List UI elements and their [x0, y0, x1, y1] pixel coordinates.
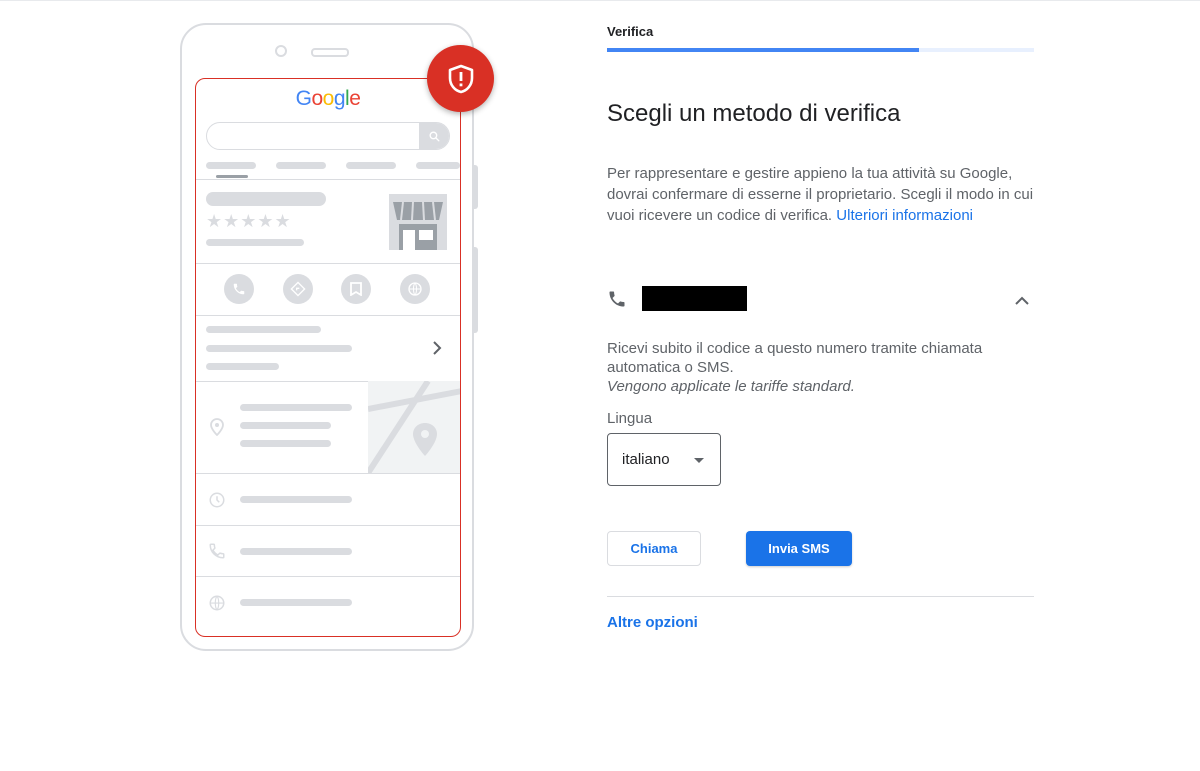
top-divider	[0, 0, 1200, 1]
google-logo: Google	[196, 87, 460, 111]
placeholder-bar	[206, 162, 256, 169]
map-thumbnail	[368, 381, 460, 473]
phone-icon	[224, 274, 254, 304]
page-description: Per rappresentare e gestire appieno la t…	[607, 163, 1037, 226]
placeholder-bar	[240, 404, 352, 411]
send-sms-button[interactable]: Invia SMS	[746, 531, 852, 566]
placeholder-bar	[346, 162, 396, 169]
phone-side-button	[474, 247, 478, 333]
phone-illustration: Google ★★★★★	[180, 23, 478, 651]
divider	[196, 525, 460, 526]
rating-stars: ★★★★★	[206, 211, 292, 231]
globe-icon	[400, 274, 430, 304]
placeholder-bar	[240, 422, 331, 429]
tariff-note: Vengono applicate le tariffe standard.	[607, 378, 855, 395]
language-select-value: italiano	[622, 451, 670, 468]
logo-letter: g	[333, 87, 346, 110]
dropdown-arrow-icon	[694, 458, 704, 463]
logo-letter: e	[349, 87, 361, 110]
logo-letter: o	[311, 87, 323, 110]
active-tab-indicator	[216, 175, 248, 178]
location-pin-icon	[206, 416, 228, 438]
divider	[196, 179, 460, 180]
placeholder-bar	[206, 192, 326, 206]
globe-icon	[206, 592, 228, 614]
learn-more-link[interactable]: Ulteriori informazioni	[836, 207, 973, 224]
placeholder-bar	[240, 496, 352, 503]
divider	[196, 315, 460, 316]
phone-camera	[275, 45, 287, 57]
phone-option-info: Ricevi subito il codice a questo numero …	[607, 339, 1037, 396]
phone-icon	[607, 289, 629, 311]
shield-alert-icon	[427, 45, 494, 112]
language-select[interactable]: italiano	[607, 433, 721, 486]
more-options-link[interactable]: Altre opzioni	[607, 614, 698, 631]
storefront-icon	[389, 194, 447, 250]
divider	[196, 263, 460, 264]
bookmark-icon	[341, 274, 371, 304]
phone-side-button	[474, 165, 478, 209]
logo-letter: G	[295, 87, 312, 110]
phone-number-redacted	[642, 286, 747, 311]
placeholder-bar	[206, 363, 279, 370]
placeholder-bar	[276, 162, 326, 169]
chevron-up-icon[interactable]	[1011, 290, 1033, 312]
language-label: Lingua	[607, 410, 653, 427]
mock-search-bar	[206, 122, 450, 150]
placeholder-bar	[240, 599, 352, 606]
clock-icon	[206, 489, 228, 511]
phone-icon	[206, 540, 228, 562]
phone-option-info-text: Ricevi subito il codice a questo numero …	[607, 340, 983, 376]
progress-bar-fill	[607, 48, 919, 52]
divider	[607, 596, 1034, 597]
placeholder-bar	[206, 239, 304, 246]
phone-screen: Google ★★★★★	[195, 78, 461, 637]
page-title: Scegli un metodo di verifica	[607, 100, 901, 127]
placeholder-bar	[416, 162, 460, 169]
call-button[interactable]: Chiama	[607, 531, 701, 566]
directions-icon	[283, 274, 313, 304]
stepper-label: Verifica	[607, 24, 654, 39]
logo-letter: o	[322, 87, 335, 110]
phone-speaker	[311, 48, 349, 57]
divider	[196, 576, 460, 577]
divider	[196, 473, 460, 474]
placeholder-bar	[206, 326, 321, 333]
progress-bar	[607, 48, 1034, 52]
search-icon	[419, 123, 449, 149]
placeholder-bar	[240, 440, 331, 447]
chevron-right-icon	[432, 341, 442, 360]
placeholder-bar	[240, 548, 352, 555]
placeholder-bar	[206, 345, 352, 352]
